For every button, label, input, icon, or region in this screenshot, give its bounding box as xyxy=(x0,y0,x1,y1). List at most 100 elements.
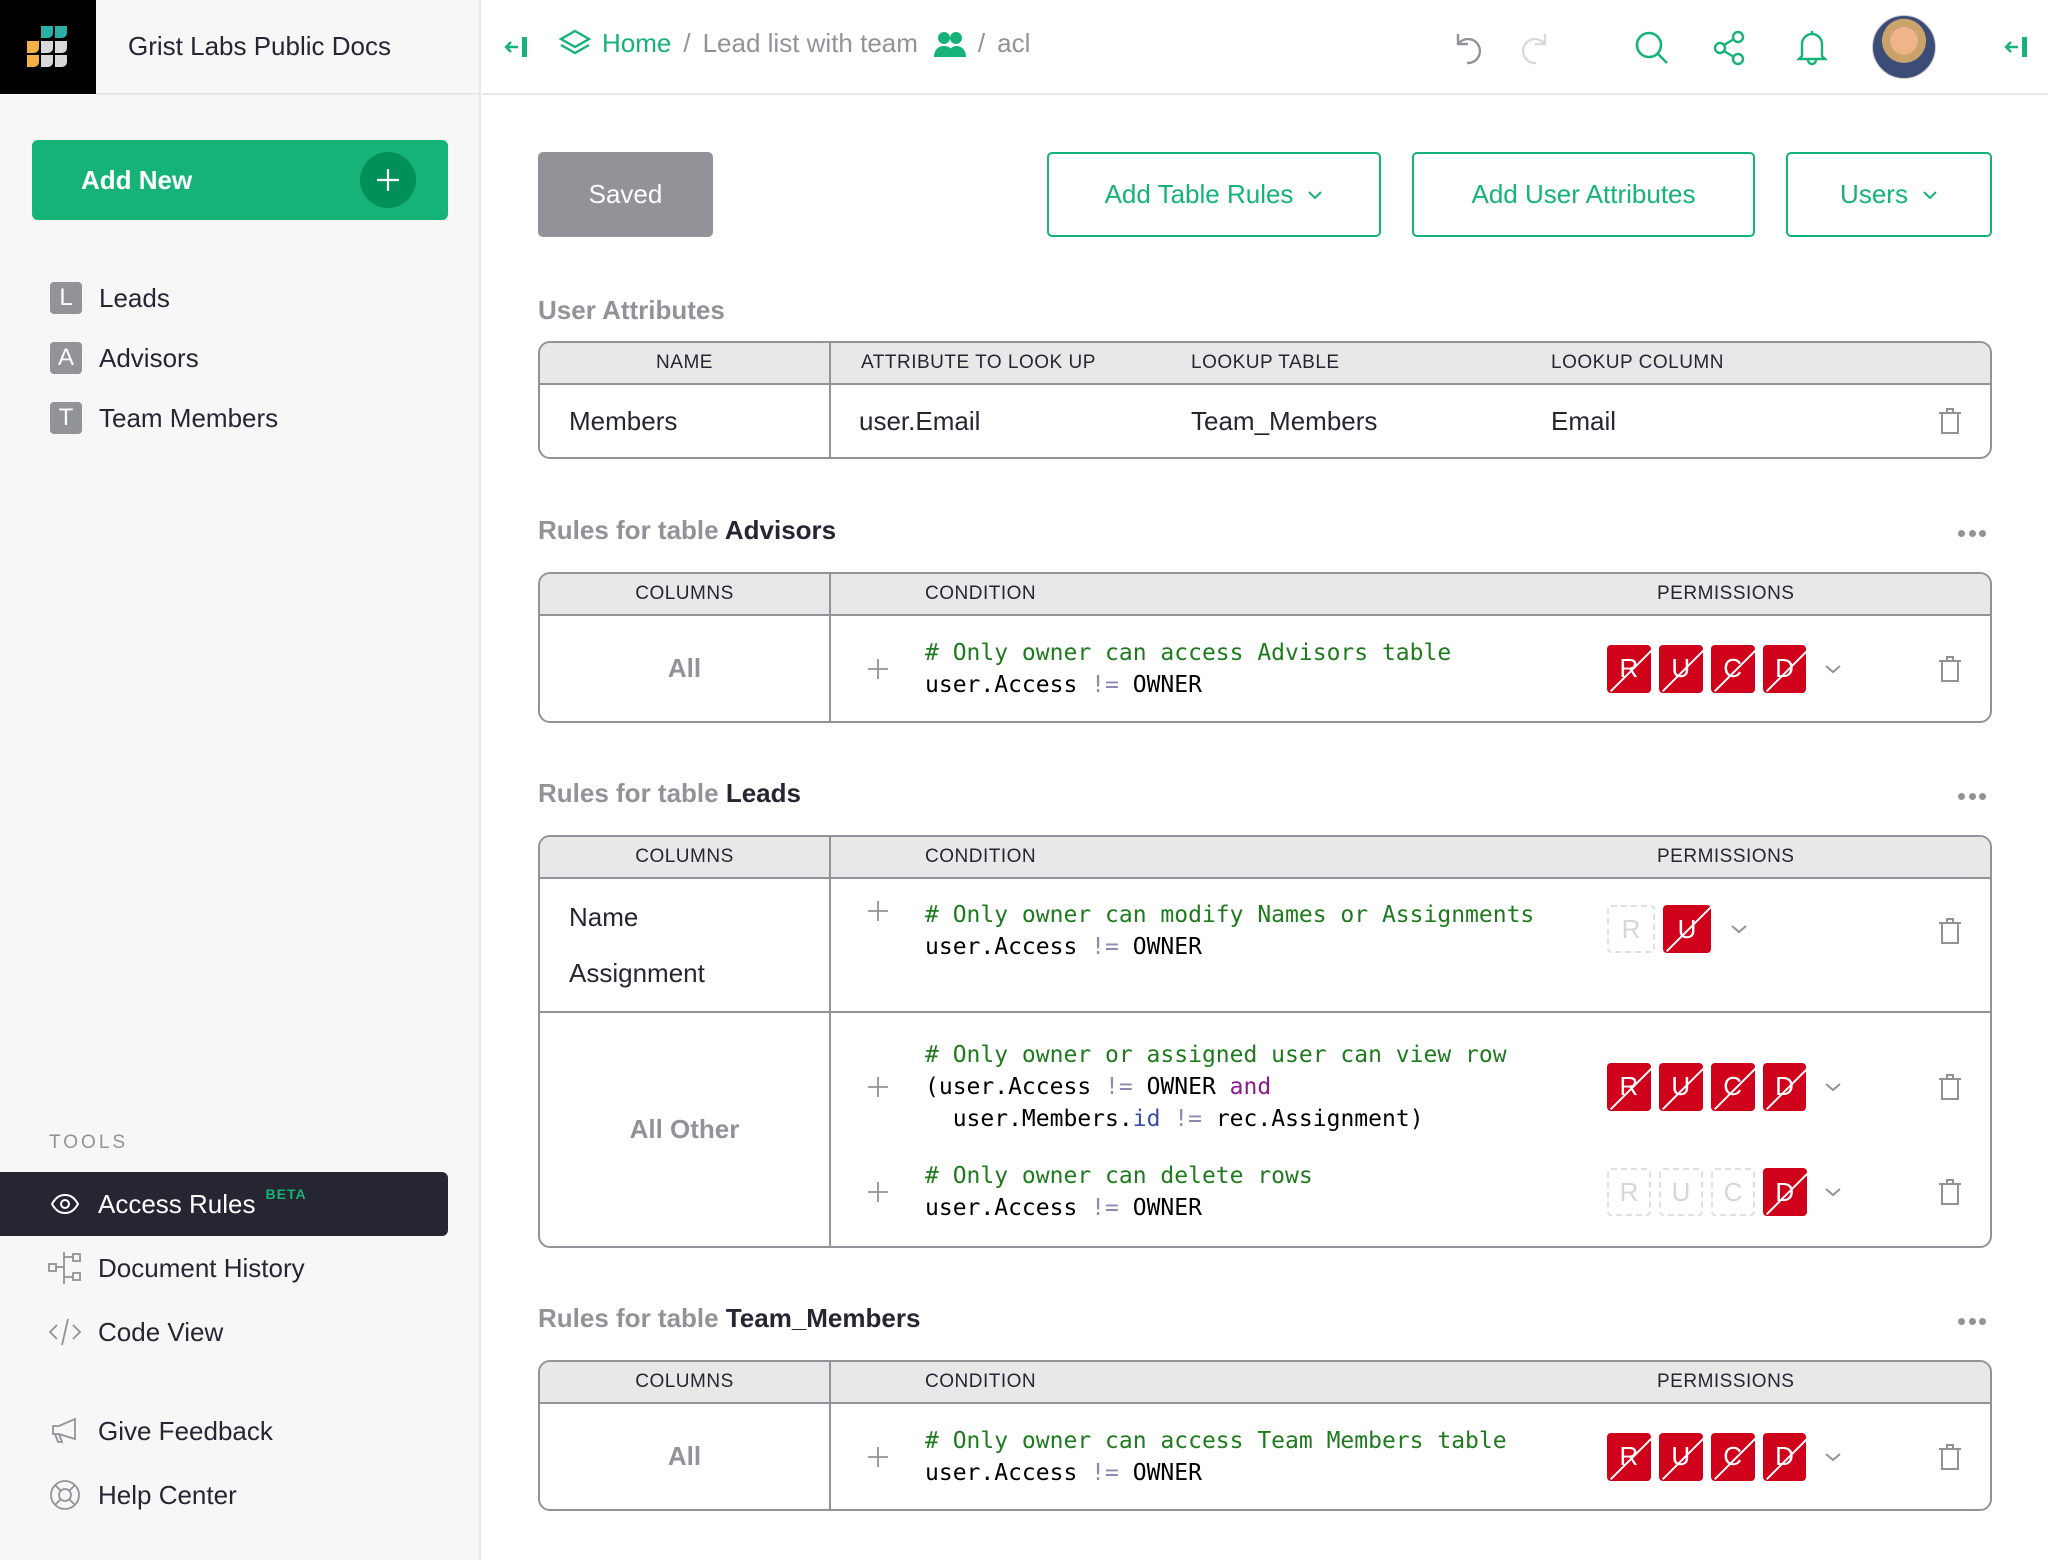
collapse-panel-icon[interactable] xyxy=(502,33,530,61)
add-user-attributes-button[interactable]: Add User Attributes xyxy=(1412,152,1755,237)
trash-icon[interactable] xyxy=(1938,1178,1962,1206)
grist-logo[interactable] xyxy=(0,0,96,94)
permission-u-deny[interactable]: U xyxy=(1658,644,1703,693)
lookup-table-select[interactable]: Team_Members xyxy=(1191,385,1551,457)
add-table-rules-button[interactable]: Add Table Rules xyxy=(1047,152,1381,237)
user-attributes-table: NAME ATTRIBUTE TO LOOK UP LOOKUP TABLE L… xyxy=(538,341,1992,459)
header-condition: CONDITION xyxy=(925,1371,1037,1392)
permission-toggles: RUCD xyxy=(1581,1062,1851,1111)
condition-editor[interactable]: # Only owner can access Advisors table u… xyxy=(925,637,1581,701)
condition-editor[interactable]: # Only owner can delete rows user.Access… xyxy=(925,1160,1581,1224)
trash-icon[interactable] xyxy=(1938,917,1962,945)
add-rule-icon[interactable] xyxy=(831,1445,925,1469)
rule-group: All # Only owner can access Team Members … xyxy=(540,1404,1990,1509)
org-switcher[interactable]: Grist Labs Public Docs xyxy=(96,0,481,95)
notifications-bell-icon[interactable] xyxy=(1796,28,1828,66)
chevron-down-icon[interactable] xyxy=(1814,664,1851,674)
layers-icon[interactable] xyxy=(558,29,592,59)
trash-icon[interactable] xyxy=(1938,1443,1962,1471)
permission-u-deny[interactable]: U xyxy=(1663,905,1711,953)
more-options-icon[interactable] xyxy=(1952,1311,1992,1331)
trash-icon[interactable] xyxy=(1938,655,1962,683)
permission-d-deny[interactable]: D xyxy=(1762,644,1807,693)
header-permissions: PERMISSIONS xyxy=(1657,1371,1795,1392)
permission-r-deny[interactable]: R xyxy=(1607,1432,1651,1481)
header-lookup-table: LOOKUP TABLE xyxy=(1191,352,1340,373)
permission-r-deny[interactable]: R xyxy=(1607,644,1651,693)
header-permissions: PERMISSIONS xyxy=(1657,846,1795,867)
undo-icon[interactable] xyxy=(1452,30,1486,66)
permission-u-unset[interactable]: U xyxy=(1659,1168,1703,1216)
saved-button[interactable]: Saved xyxy=(538,152,713,237)
rules-table-name: Advisors xyxy=(724,515,837,545)
more-options-icon[interactable] xyxy=(1952,786,1992,806)
permission-c-deny[interactable]: C xyxy=(1710,1062,1755,1111)
redo-icon[interactable] xyxy=(1517,30,1551,66)
add-rule-icon[interactable] xyxy=(831,1075,925,1099)
breadcrumb-document[interactable]: Lead list with team xyxy=(703,28,918,59)
dot xyxy=(1958,1317,1965,1325)
add-new-button[interactable]: Add New xyxy=(32,140,448,220)
dot xyxy=(1979,1317,1986,1325)
rules-table-name: Team_Members xyxy=(725,1303,921,1333)
columns-cell[interactable]: Name Assignment xyxy=(540,879,831,1011)
top-bar: Home / Lead list with team / acl xyxy=(482,0,2048,95)
breadcrumb-page[interactable]: acl xyxy=(997,28,1030,59)
columns-cell[interactable]: All xyxy=(540,616,831,721)
chevron-down-icon[interactable] xyxy=(1814,1452,1851,1462)
columns-cell[interactable]: All Other xyxy=(540,1013,831,1246)
table-row: # Only owner can access Team Members tab… xyxy=(831,1404,1990,1509)
condition-editor[interactable]: # Only owner can access Team Members tab… xyxy=(925,1425,1581,1489)
chevron-down-icon[interactable] xyxy=(1719,924,1759,934)
trash-icon[interactable] xyxy=(1938,407,1962,435)
page-item-team-members[interactable]: T Team Members xyxy=(50,398,278,438)
chevron-down-icon[interactable] xyxy=(1815,1187,1851,1197)
add-table-rules-label: Add Table Rules xyxy=(1104,179,1294,209)
table-row: # Only owner can access Advisors table u… xyxy=(831,616,1990,721)
tool-label: Code View xyxy=(98,1316,224,1347)
trash-icon[interactable] xyxy=(1938,1073,1962,1101)
eye-icon xyxy=(48,1187,82,1221)
permission-c-deny[interactable]: C xyxy=(1710,644,1755,693)
users-dropdown-button[interactable]: Users xyxy=(1786,152,1992,237)
permission-u-deny[interactable]: U xyxy=(1658,1062,1703,1111)
permission-d-deny[interactable]: D xyxy=(1763,1168,1807,1216)
tool-code-view[interactable]: Code View xyxy=(0,1300,448,1364)
more-options-icon[interactable] xyxy=(1952,523,1992,543)
rule-group: All # Only owner can access Advisors tabl… xyxy=(540,616,1990,721)
breadcrumb-home[interactable]: Home xyxy=(602,28,671,59)
help-center-link[interactable]: Help Center xyxy=(0,1463,448,1527)
lookup-column-select[interactable]: Email xyxy=(1551,385,1990,457)
permission-u-deny[interactable]: U xyxy=(1658,1432,1703,1481)
condition-editor[interactable]: # Only owner or assigned user can view r… xyxy=(925,1039,1581,1135)
add-rule-icon[interactable] xyxy=(831,899,925,923)
attr-name-field[interactable]: Members xyxy=(540,385,831,457)
add-rule-icon[interactable] xyxy=(831,1180,925,1204)
search-icon[interactable] xyxy=(1634,30,1670,66)
page-item-advisors[interactable]: A Advisors xyxy=(50,338,199,378)
permission-r-unset[interactable]: R xyxy=(1607,1168,1651,1216)
permission-c-unset[interactable]: C xyxy=(1711,1168,1755,1216)
rules-table-team-members: COLUMNS CONDITION PERMISSIONS All # Only own… xyxy=(538,1360,1992,1511)
columns-cell[interactable]: All xyxy=(540,1404,831,1509)
plus-icon xyxy=(360,152,416,208)
header-columns: COLUMNS xyxy=(540,837,831,877)
share-icon[interactable] xyxy=(1712,30,1746,66)
permission-d-deny[interactable]: D xyxy=(1762,1062,1807,1111)
tool-document-history[interactable]: Document History xyxy=(0,1236,448,1300)
permission-r-unset[interactable]: R xyxy=(1607,905,1655,953)
page-item-leads[interactable]: L Leads xyxy=(50,278,170,318)
collapse-right-panel-icon[interactable] xyxy=(2002,33,2030,61)
user-avatar[interactable] xyxy=(1872,15,1936,79)
chevron-down-icon[interactable] xyxy=(1814,1082,1851,1092)
tool-access-rules[interactable]: Access Rules BETA xyxy=(0,1172,448,1236)
attr-lookup-field[interactable]: user.Email xyxy=(831,385,1191,457)
rules-table-name: Leads xyxy=(725,778,801,808)
give-feedback-link[interactable]: Give Feedback xyxy=(0,1399,448,1463)
condition-editor[interactable]: # Only owner can modify Names or Assignm… xyxy=(925,899,1581,963)
left-sidebar: Add New L Leads A Advisors T Team Member… xyxy=(0,95,481,1560)
add-rule-icon[interactable] xyxy=(831,657,925,681)
permission-d-deny[interactable]: D xyxy=(1762,1432,1807,1481)
permission-c-deny[interactable]: C xyxy=(1710,1432,1755,1481)
permission-r-deny[interactable]: R xyxy=(1607,1062,1651,1111)
